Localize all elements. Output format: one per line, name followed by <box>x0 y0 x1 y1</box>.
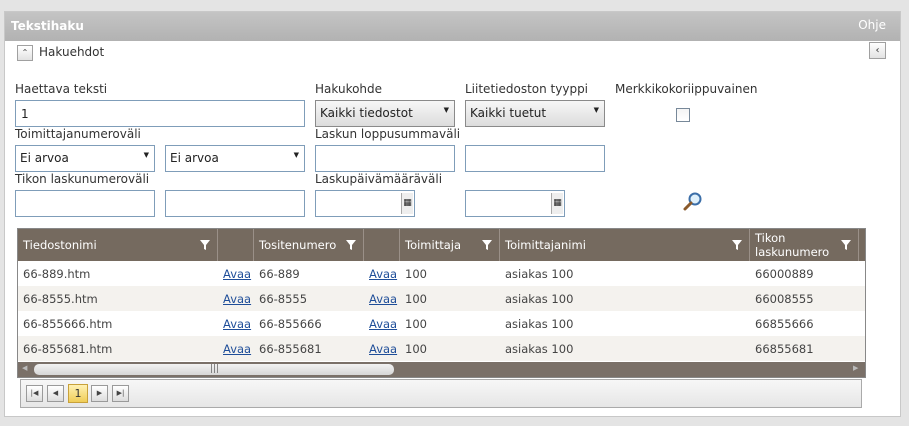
table-row: 66-855681.htm Avaa 66-855681 Avaa 100 as… <box>18 336 865 361</box>
column-header-supplier-name[interactable]: Toimittajanimi <box>500 229 750 261</box>
voucher-number-cell: 66-855666 <box>259 317 322 331</box>
invoice-sum-range-label: Laskun loppusummaväli <box>315 127 461 141</box>
column-header-open-file <box>218 229 254 261</box>
target-select[interactable]: Kaikki tiedostot ▼ <box>315 100 455 127</box>
grip-icon: ||| <box>210 364 220 374</box>
tikon-invoice-number-cell: 66000889 <box>755 267 814 281</box>
supplier-cell: 100 <box>405 342 427 356</box>
dropdown-arrow-icon: ▼ <box>293 151 299 159</box>
open-file-link[interactable]: Avaa <box>223 292 251 306</box>
tikon-invoice-number-cell: 66855666 <box>755 317 814 331</box>
supplier-range-to-value: Ei arvoa <box>170 151 219 165</box>
supplier-cell: 100 <box>405 267 427 281</box>
supplier-cell: 100 <box>405 317 427 331</box>
pager: |◀ ◀ 1 ▶ ▶| <box>20 379 862 408</box>
column-header-tikon-invoice-number[interactable]: Tikon laskunumero <box>750 229 859 261</box>
help-link[interactable]: Ohje <box>858 18 886 32</box>
supplier-range-from-select[interactable]: Ei arvoa ▼ <box>15 145 155 172</box>
case-sensitive-label: Merkkikokoriippuvainen <box>615 82 758 96</box>
horizontal-scrollbar[interactable]: ◀ ||| ▶ <box>18 362 865 377</box>
last-page-icon[interactable]: ▶| <box>112 385 129 402</box>
results-grid: Tiedostonimi Tositenumero Toimittaja Toi… <box>17 228 866 378</box>
grid-header: Tiedostonimi Tositenumero Toimittaja Toi… <box>18 229 865 261</box>
tikon-invoice-number-cell: 66008555 <box>755 292 814 306</box>
search-icon[interactable] <box>682 191 704 213</box>
calendar-icon[interactable]: ▦ <box>551 193 563 214</box>
filter-icon[interactable] <box>731 239 743 251</box>
invoice-sum-to-input[interactable] <box>465 145 605 172</box>
supplier-name-cell: asiakas 100 <box>505 292 574 306</box>
file-name-cell: 66-889.htm <box>23 267 91 281</box>
supplier-range-label: Toimittajanumeroväli <box>15 127 141 141</box>
target-select-value: Kaikki tiedostot <box>320 106 413 120</box>
filter-icon[interactable] <box>840 239 852 251</box>
page-number-current[interactable]: 1 <box>68 384 88 403</box>
calendar-icon[interactable]: ▦ <box>401 193 413 214</box>
file-name-cell: 66-855666.htm <box>23 317 113 331</box>
search-text-label: Haettava teksti <box>15 82 108 96</box>
next-page-icon[interactable]: ▶ <box>91 385 108 402</box>
open-voucher-link[interactable]: Avaa <box>369 292 397 306</box>
supplier-name-cell: asiakas 100 <box>505 317 574 331</box>
scrollbar-thumb[interactable]: ||| <box>34 364 394 375</box>
attachment-type-select[interactable]: Kaikki tuetut ▼ <box>465 100 605 127</box>
supplier-name-cell: asiakas 100 <box>505 342 574 356</box>
tikon-invoice-to-input[interactable] <box>165 190 305 217</box>
invoice-date-range-label: Laskupäivämääräväli <box>315 172 443 186</box>
column-header-supplier[interactable]: Toimittaja <box>400 229 500 261</box>
open-file-link[interactable]: Avaa <box>223 267 251 281</box>
supplier-cell: 100 <box>405 292 427 306</box>
attachment-type-label: Liitetiedoston tyyppi <box>465 82 589 96</box>
invoice-date-to-input[interactable]: ▦ <box>465 190 565 217</box>
invoice-sum-from-input[interactable] <box>315 145 455 172</box>
chevron-up-icon[interactable]: ⌃ <box>17 45 33 61</box>
filter-icon[interactable] <box>199 239 211 251</box>
tikon-invoice-number-cell: 66855681 <box>755 342 814 356</box>
target-label: Hakukohde <box>315 82 383 96</box>
dropdown-arrow-icon: ▼ <box>443 106 449 114</box>
column-header-file-name[interactable]: Tiedostonimi <box>18 229 218 261</box>
table-row: 66-889.htm Avaa 66-889 Avaa 100 asiakas … <box>18 261 865 286</box>
column-header-open-voucher <box>364 229 400 261</box>
scroll-right-icon[interactable]: ▶ <box>853 364 858 372</box>
tikon-invoice-from-input[interactable] <box>15 190 155 217</box>
open-file-link[interactable]: Avaa <box>223 342 251 356</box>
scroll-left-icon[interactable]: ◀ <box>22 364 27 372</box>
table-row: 66-855666.htm Avaa 66-855666 Avaa 100 as… <box>18 311 865 336</box>
supplier-range-from-value: Ei arvoa <box>20 151 69 165</box>
collapse-panel-button[interactable]: ‹ <box>869 42 886 59</box>
open-voucher-link[interactable]: Avaa <box>369 342 397 356</box>
criteria-title: Hakuehdot <box>39 45 105 59</box>
first-page-icon[interactable]: |◀ <box>26 385 43 402</box>
column-header-voucher-number[interactable]: Tositenumero <box>254 229 364 261</box>
invoice-date-from-input[interactable]: ▦ <box>315 190 415 217</box>
supplier-name-cell: asiakas 100 <box>505 267 574 281</box>
open-file-link[interactable]: Avaa <box>223 317 251 331</box>
table-row: 66-8555.htm Avaa 66-8555 Avaa 100 asiaka… <box>18 286 865 311</box>
attachment-type-select-value: Kaikki tuetut <box>470 106 547 120</box>
open-voucher-link[interactable]: Avaa <box>369 317 397 331</box>
tikon-invoice-range-label: Tikon laskunumeroväli <box>15 172 150 186</box>
previous-page-icon[interactable]: ◀ <box>47 385 64 402</box>
title-bar: Tekstihaku Ohje <box>5 12 900 41</box>
case-sensitive-checkbox[interactable] <box>676 108 690 122</box>
voucher-number-cell: 66-8555 <box>259 292 308 306</box>
file-name-cell: 66-855681.htm <box>23 342 113 356</box>
search-text-input[interactable] <box>15 100 305 127</box>
supplier-range-to-select[interactable]: Ei arvoa ▼ <box>165 145 305 172</box>
file-name-cell: 66-8555.htm <box>23 292 98 306</box>
open-voucher-link[interactable]: Avaa <box>369 267 397 281</box>
voucher-number-cell: 66-889 <box>259 267 300 281</box>
voucher-number-cell: 66-855681 <box>259 342 322 356</box>
filter-icon[interactable] <box>345 239 357 251</box>
dropdown-arrow-icon: ▼ <box>593 106 599 114</box>
dropdown-arrow-icon: ▼ <box>143 151 149 159</box>
page-title: Tekstihaku <box>11 19 84 33</box>
filter-icon[interactable] <box>481 239 493 251</box>
